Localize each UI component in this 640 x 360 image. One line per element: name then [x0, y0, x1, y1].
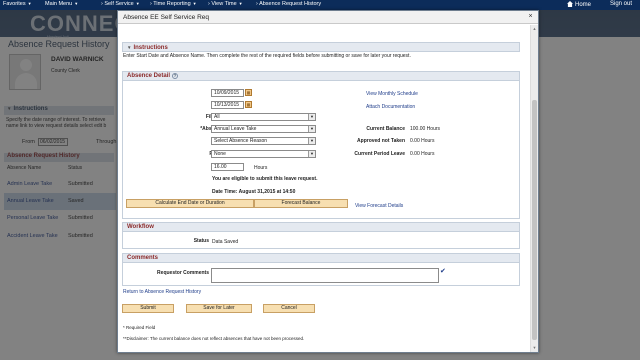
current-balance-label: Current Balance — [366, 126, 405, 132]
chevron-down-icon: ▼ — [308, 114, 315, 120]
current-period-leave-label: Current Period Leave — [354, 151, 405, 157]
requestor-comments-textarea[interactable] — [211, 268, 439, 283]
modal-content: ▼ Instructions Enter Start Date and Absen… — [118, 25, 530, 352]
filter-type-select[interactable]: All ▼ — [211, 113, 316, 121]
home-link[interactable]: Home — [567, 1, 591, 8]
save-for-later-button[interactable]: Save for Later — [186, 304, 252, 313]
end-date-input[interactable]: 10/13/2015 — [211, 101, 244, 109]
requestor-comments-label: Requestor Comments — [157, 270, 209, 276]
spellcheck-icon[interactable]: ✔ — [440, 267, 446, 275]
collapse-icon: ▼ — [7, 106, 12, 111]
modal-scrollbar[interactable]: ▲ ▼ — [530, 25, 538, 352]
nav-view-time[interactable]: › View Time ▼ — [208, 1, 243, 7]
from-date-input[interactable]: 06/02/2015 — [38, 138, 68, 146]
bg-instructions-header[interactable]: ▼ Instructions — [4, 106, 114, 115]
view-monthly-schedule-link[interactable]: View Monthly Schedule — [366, 91, 418, 97]
duration-unit: Hours — [254, 165, 268, 171]
scroll-thumb[interactable] — [532, 100, 537, 340]
table-row[interactable]: Admin Leave Take Submitted — [4, 176, 116, 193]
current-balance-value: 100.00 Hours — [410, 126, 441, 132]
through-label: Through — [96, 139, 117, 145]
nav-main-menu[interactable]: Main Menu ▼ — [45, 1, 78, 7]
absence-detail-header: Absence Detail? — [122, 71, 520, 81]
instructions-header[interactable]: ▼ Instructions — [122, 42, 520, 52]
current-period-leave-value: 0.00 Hours — [410, 151, 435, 157]
nav-favorites[interactable]: Favorites ▼ — [3, 1, 32, 7]
approved-not-taken-value: 0.00 Hours — [410, 138, 435, 144]
instructions-text: Enter Start Date and Absence Name. Then … — [123, 53, 411, 59]
col-absence-name: Absence Name — [7, 165, 42, 171]
page-title: Absence Request History — [8, 39, 110, 49]
modal-title: Absence EE Self Service Req — [123, 14, 209, 21]
home-icon — [567, 1, 573, 7]
disclaimer-text: **Disclaimer: The current balance does n… — [123, 336, 305, 341]
signout-link[interactable]: Sign out — [610, 1, 632, 7]
close-icon[interactable]: × — [526, 13, 535, 22]
attach-documentation-link[interactable]: Attach Documentation — [366, 104, 415, 110]
scroll-down-icon[interactable]: ▼ — [532, 345, 537, 350]
top-nav: Favorites ▼ Main Menu ▼ › Self Service ▼ › … — [0, 0, 640, 10]
status-value: Data Saved — [212, 239, 239, 245]
employee-role: County Clerk — [51, 68, 80, 74]
required-field-note: * Required Field — [123, 325, 156, 330]
nav-self-service[interactable]: › Self Service ▼ — [101, 1, 140, 7]
status-label: Status — [193, 238, 209, 244]
duration-input[interactable]: 16.00 — [211, 163, 244, 171]
eligible-message: You are eligible to submit this leave re… — [212, 176, 318, 182]
chevron-down-icon: ▼ — [27, 1, 32, 6]
from-label: From — [22, 139, 35, 145]
bg-history-header: Absence Request History — [4, 153, 114, 162]
date-time-message: Date Time: August 31,2015 at 14:50 — [212, 189, 296, 195]
calendar-icon[interactable]: ▦ — [245, 101, 252, 108]
submit-button[interactable]: Submit — [122, 304, 174, 313]
chevron-down-icon: ▼ — [192, 1, 197, 6]
calculate-end-date-button[interactable]: Calculate End Date or Duration — [126, 199, 254, 208]
help-icon[interactable]: ? — [172, 73, 179, 79]
cancel-button[interactable]: Cancel — [263, 304, 315, 313]
chevron-down-icon: ▼ — [238, 1, 243, 6]
table-row[interactable]: Annual Leave Take Saved — [4, 193, 116, 210]
col-status: Status — [68, 165, 83, 171]
modal-titlebar: Absence EE Self Service Req × — [118, 11, 538, 24]
nav-time-reporting[interactable]: › Time Reporting ▼ — [150, 1, 197, 7]
nav-absence-history[interactable]: › Absence Request History — [256, 1, 321, 7]
workflow-header: Workflow — [122, 222, 520, 232]
chevron-down-icon: ▼ — [74, 1, 79, 6]
employee-name: DAVID WARNICK — [51, 56, 104, 63]
comments-header: Comments — [122, 253, 520, 263]
bg-instructions-text: Specify the date range of interest. To r… — [6, 117, 107, 129]
return-to-history-link[interactable]: Return to Absence Request History — [123, 289, 201, 295]
approved-not-taken-label: Approved not Taken — [357, 138, 405, 144]
absence-request-modal: Absence EE Self Service Req × ▲ ▼ ▼ Instr… — [117, 10, 539, 353]
start-date-input[interactable]: 10/09/2015 — [211, 89, 244, 97]
chevron-down-icon: ▼ — [135, 1, 140, 6]
table-row[interactable]: Accident Leave Take Submitted — [4, 228, 116, 245]
table-row[interactable]: Personal Leave Take Submitted — [4, 210, 116, 227]
forecast-balance-button[interactable]: Forecast Balance — [254, 199, 348, 208]
view-forecast-details-link[interactable]: View Forecast Details — [355, 203, 403, 209]
collapse-icon: ▼ — [127, 45, 132, 50]
scroll-up-icon[interactable]: ▲ — [532, 26, 537, 31]
calendar-icon[interactable]: ▦ — [245, 89, 252, 96]
avatar — [9, 54, 41, 90]
